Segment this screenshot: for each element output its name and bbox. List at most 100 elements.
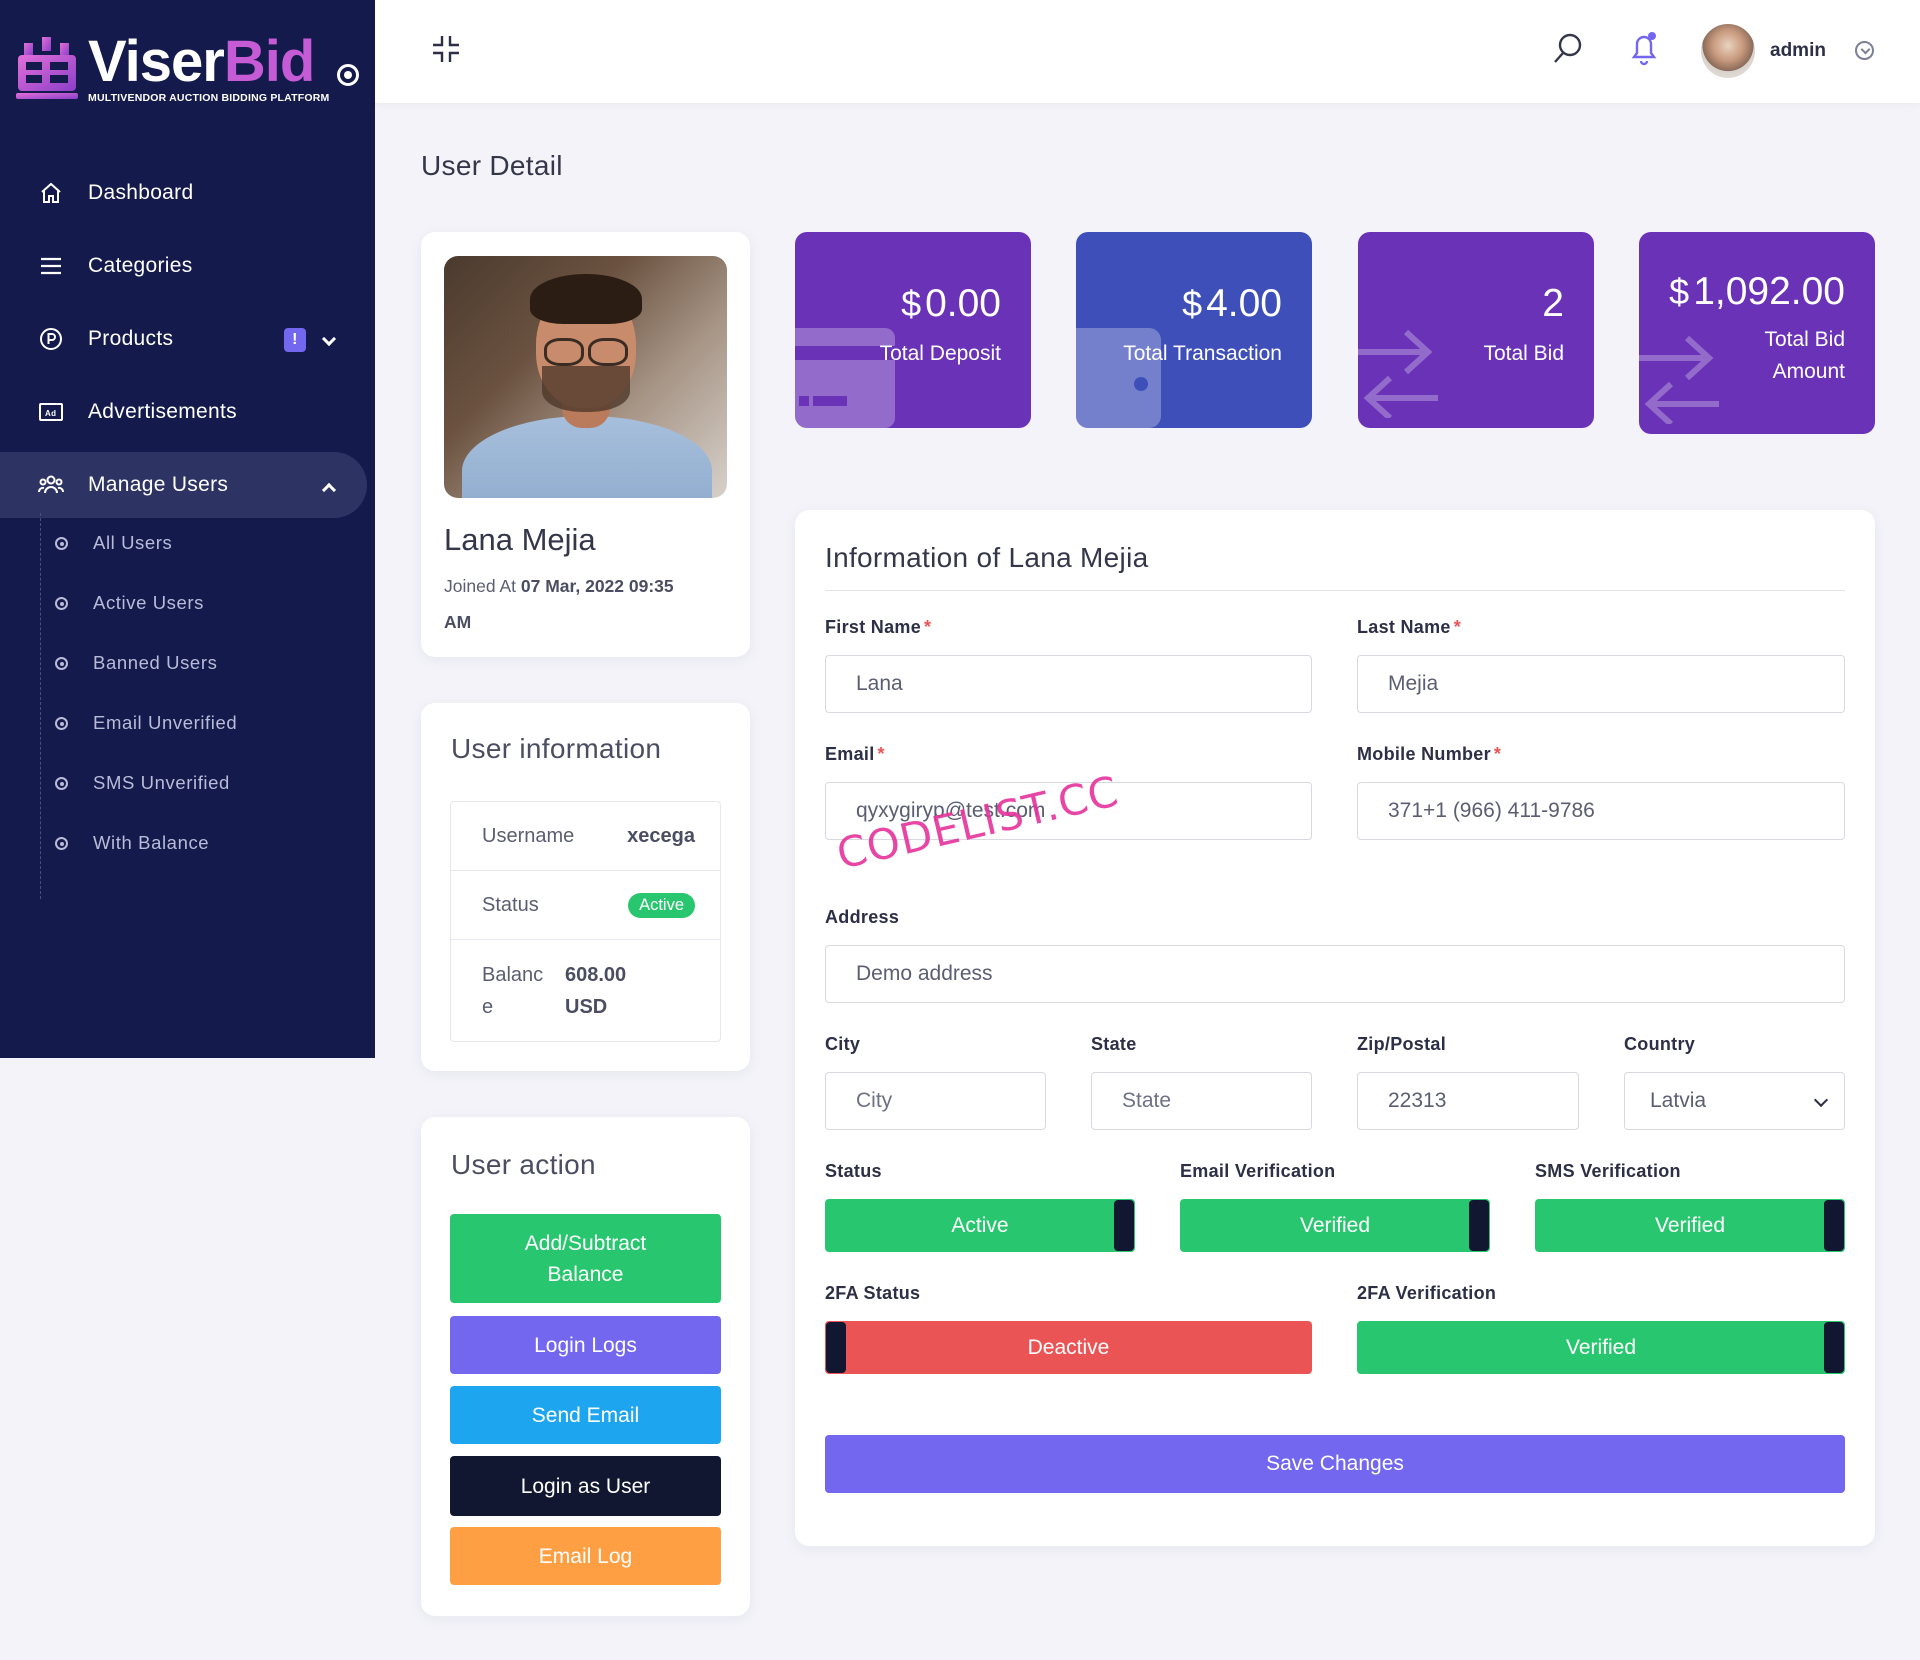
toggle-knob xyxy=(1824,1200,1844,1251)
status-toggle[interactable]: Active xyxy=(825,1199,1135,1252)
balance-amount: 608.00 xyxy=(565,963,627,986)
sidebar-item-products[interactable]: Products ! xyxy=(0,306,375,372)
avatar[interactable] xyxy=(1701,24,1755,78)
sidebar: ViserBid MULTIVENDOR AUCTION BIDDING PLA… xyxy=(0,0,375,1058)
dot-circle-icon xyxy=(55,777,68,790)
submenu-item-label: Banned Users xyxy=(93,652,218,673)
sidebar-toggle-icon[interactable] xyxy=(337,64,359,86)
submenu-item-label: All Users xyxy=(93,532,173,553)
sidebar-item-dashboard[interactable]: Dashboard xyxy=(0,160,375,226)
sidebar-item-categories[interactable]: Categories xyxy=(0,233,375,299)
chevron-down-icon[interactable] xyxy=(1855,41,1874,60)
stat-total-transaction[interactable]: $4.00 Total Transaction xyxy=(1076,232,1312,428)
address-label: Address xyxy=(825,907,900,927)
country-value: Latvia xyxy=(1650,1089,1707,1112)
mobile-number-input[interactable]: 371+1 (966) 411-9786 xyxy=(1357,782,1845,840)
send-email-button[interactable]: Send Email xyxy=(450,1386,721,1444)
brand-logo[interactable]: ViserBid MULTIVENDOR AUCTION BIDDING PLA… xyxy=(0,0,375,110)
manage-users-submenu: All Users Active Users Banned Users Emai… xyxy=(40,513,360,899)
required-mark: * xyxy=(1493,744,1502,764)
submenu-item-banned-users[interactable]: Banned Users xyxy=(41,633,360,693)
button-label: Add/Subtract Balance xyxy=(525,1228,646,1290)
stat-label: Total Deposit xyxy=(879,342,1001,365)
admin-username[interactable]: admin xyxy=(1770,40,1826,62)
last-name-label: Last Name * xyxy=(1357,617,1461,638)
stat-label-part: Total Bid xyxy=(1764,328,1845,351)
stat-total-bid-amount[interactable]: $1,092.00 Total Bid Amount xyxy=(1639,232,1875,434)
menu-icon xyxy=(38,253,64,279)
sidebar-item-advertisements[interactable]: Ad Advertisements xyxy=(0,379,375,445)
stat-amount: $1,092.00 xyxy=(1669,270,1845,314)
joined-value-suffix: AM xyxy=(444,612,472,632)
info-row-username: Username xecega xyxy=(451,802,720,871)
zip-input[interactable]: 22313 xyxy=(1357,1072,1579,1130)
email-log-button[interactable]: Email Log xyxy=(450,1527,721,1585)
first-name-label: First Name * xyxy=(825,617,931,638)
info-label-part: Balanc xyxy=(482,963,544,986)
stat-label: Total Bid Amount xyxy=(1764,324,1845,388)
required-mark: * xyxy=(924,617,932,637)
submenu-item-label: With Balance xyxy=(93,832,210,853)
brand-name-part1: Viser xyxy=(88,29,225,94)
chevron-down-icon[interactable] xyxy=(321,331,337,347)
amount-value: 1,092.00 xyxy=(1693,270,1845,313)
sms-verification-toggle[interactable]: Verified xyxy=(1535,1199,1845,1252)
last-name-input[interactable]: Mejia xyxy=(1357,655,1845,713)
search-icon[interactable] xyxy=(1552,32,1584,66)
ad-icon: Ad xyxy=(38,399,64,425)
country-select[interactable]: Latvia xyxy=(1624,1072,1845,1130)
toggle-label: Deactive xyxy=(1027,1335,1110,1359)
info-label: Balanc e xyxy=(482,959,565,1023)
stat-label: Total Transaction xyxy=(1123,342,1282,365)
city-label: City xyxy=(825,1034,861,1054)
city-input[interactable]: City xyxy=(825,1072,1046,1130)
currency-symbol: $ xyxy=(1182,283,1203,324)
page-title: User Detail xyxy=(421,150,563,181)
stat-amount: $4.00 xyxy=(1182,282,1282,326)
submenu-item-with-balance[interactable]: With Balance xyxy=(41,813,360,873)
dot-circle-icon xyxy=(55,717,68,730)
collapse-icon[interactable] xyxy=(432,35,460,63)
info-list: Username xecega Status Active Balanc e 60… xyxy=(450,801,721,1042)
label-text: Last Name xyxy=(1357,617,1451,637)
joined-label: Joined At xyxy=(444,576,516,596)
joined-value: 07 Mar, 2022 09:35 xyxy=(520,576,674,596)
first-name-input[interactable]: Lana xyxy=(825,655,1312,713)
dot-circle-icon xyxy=(55,657,68,670)
address-input[interactable]: Demo address xyxy=(825,945,1845,1003)
stat-total-deposit[interactable]: $0.00 Total Deposit xyxy=(795,232,1031,428)
sidebar-item-label: Dashboard xyxy=(88,181,194,204)
profile-name: Lana Mejia xyxy=(444,522,596,557)
submenu-item-active-users[interactable]: Active Users xyxy=(41,573,360,633)
user-information-card: User information Username xecega Status … xyxy=(421,703,750,1071)
submenu-item-email-unverified[interactable]: Email Unverified xyxy=(41,693,360,753)
twofa-status-label: 2FA Status xyxy=(825,1283,921,1303)
brand-name-part2: Bid xyxy=(223,29,315,94)
submenu-item-sms-unverified[interactable]: SMS Unverified xyxy=(41,753,360,813)
submenu-item-all-users[interactable]: All Users xyxy=(41,513,360,573)
top-bar: admin xyxy=(375,0,1920,103)
button-label-part: Balance xyxy=(547,1262,624,1286)
login-logs-button[interactable]: Login Logs xyxy=(450,1316,721,1374)
chevron-up-icon[interactable] xyxy=(321,482,337,498)
country-label: Country xyxy=(1624,1034,1696,1054)
toggle-knob xyxy=(826,1322,846,1373)
amount-value: 4.00 xyxy=(1206,282,1282,325)
add-subtract-balance-button[interactable]: Add/Subtract Balance xyxy=(450,1214,721,1303)
sidebar-item-manage-users[interactable]: Manage Users xyxy=(0,452,367,518)
email-verification-toggle[interactable]: Verified xyxy=(1180,1199,1490,1252)
login-as-user-button[interactable]: Login as User xyxy=(450,1456,721,1516)
info-value: 608.00 USD xyxy=(565,959,626,1023)
label-text: Email xyxy=(825,744,875,764)
amount-value: 2 xyxy=(1542,282,1564,325)
twofa-status-toggle[interactable]: Deactive xyxy=(825,1321,1312,1374)
bell-icon[interactable] xyxy=(1628,30,1660,66)
stat-label-part: Amount xyxy=(1772,360,1845,383)
required-mark: * xyxy=(877,744,885,764)
twofa-verification-label: 2FA Verification xyxy=(1357,1283,1497,1303)
state-input[interactable]: State xyxy=(1091,1072,1312,1130)
stat-total-bid[interactable]: 2 Total Bid xyxy=(1358,232,1594,428)
save-changes-button[interactable]: Save Changes xyxy=(825,1435,1845,1493)
joined-date: Joined At 07 Mar, 2022 09:35 AM xyxy=(444,568,734,640)
twofa-verification-toggle[interactable]: Verified xyxy=(1357,1321,1845,1374)
